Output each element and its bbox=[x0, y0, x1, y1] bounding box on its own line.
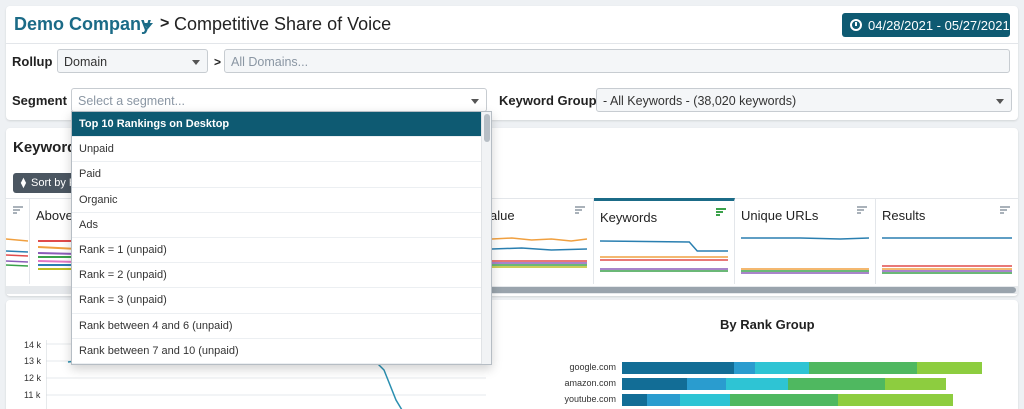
segment-option[interactable]: Rank = 1 (unpaid) bbox=[72, 238, 482, 264]
rank-bar-row bbox=[622, 394, 954, 406]
sparkline bbox=[741, 237, 869, 274]
rank-bar-segment[interactable] bbox=[733, 362, 756, 374]
scrollbar-thumb[interactable] bbox=[484, 114, 490, 142]
segment-option[interactable]: Rank = 2 (unpaid) bbox=[72, 263, 482, 289]
rank-bar-segment[interactable] bbox=[809, 362, 918, 374]
rank-bar-segment[interactable] bbox=[787, 378, 885, 390]
segment-label: Segment bbox=[12, 93, 67, 108]
segment-option[interactable]: Ads bbox=[72, 213, 482, 238]
keywords-title: Keyword bbox=[13, 139, 77, 156]
metric-tile-keywords[interactable]: Keywords bbox=[594, 198, 735, 284]
rollup-label: Rollup bbox=[12, 54, 53, 69]
company-name[interactable]: Demo Company bbox=[14, 14, 151, 35]
segment-dropdown: Top 10 Rankings on Desktop Unpaid Paid Orga… bbox=[71, 111, 492, 365]
rank-bar-row bbox=[622, 362, 982, 374]
segment-option[interactable]: Top 10 Rankings on Desktop bbox=[72, 112, 482, 138]
rank-bar-segment[interactable] bbox=[729, 394, 838, 406]
sort-lines-icon[interactable] bbox=[575, 206, 585, 216]
sort-lines-icon[interactable] bbox=[857, 206, 867, 216]
segment-placeholder: Select a segment... bbox=[78, 94, 186, 108]
caret-down-icon[interactable] bbox=[143, 23, 153, 29]
scrollbar-thumb[interactable] bbox=[486, 287, 1016, 293]
domain-filter-input[interactable]: All Domains... bbox=[224, 49, 1010, 73]
segment-option[interactable]: Organic bbox=[72, 188, 482, 213]
keyword-group-value: - All Keywords - (38,020 keywords) bbox=[603, 94, 797, 108]
chevron-down-icon bbox=[471, 99, 479, 104]
segment-option[interactable]: Rank between 4 and 6 (unpaid) bbox=[72, 314, 482, 339]
segment-option-list: Top 10 Rankings on Desktop Unpaid Paid Orga… bbox=[72, 112, 491, 364]
page-header: Demo Company > Competitive Share of Voic… bbox=[6, 6, 1018, 44]
dropdown-scrollbar[interactable] bbox=[481, 112, 491, 364]
rank-bar-segment[interactable] bbox=[837, 394, 954, 406]
sort-lines-icon[interactable] bbox=[716, 208, 726, 218]
sparkline bbox=[882, 237, 1012, 274]
segment-select[interactable]: Select a segment... bbox=[71, 88, 487, 112]
date-range-button[interactable]: 04/28/2021 - 05/27/2021 bbox=[842, 13, 1010, 37]
rank-bar-segment[interactable] bbox=[726, 378, 788, 390]
metric-tile[interactable] bbox=[6, 198, 30, 284]
metric-label: Unique URLs bbox=[741, 208, 819, 223]
y-tick-label: 14 k bbox=[24, 340, 42, 350]
y-tick-label: 11 k bbox=[24, 390, 41, 400]
filter-panel: Demo Company > Competitive Share of Voic… bbox=[6, 6, 1018, 120]
rollup-arrow-icon: > bbox=[214, 55, 222, 69]
rank-bar-row bbox=[622, 378, 946, 390]
segment-option[interactable]: Paid bbox=[72, 162, 482, 188]
date-range-text: 04/28/2021 - 05/27/2021 bbox=[868, 18, 1010, 33]
rank-domain-label: amazon.com bbox=[564, 378, 616, 388]
sort-button-label: Sort by K bbox=[31, 177, 77, 189]
domain-filter-placeholder: All Domains... bbox=[231, 55, 309, 69]
rank-bar-segment[interactable] bbox=[884, 378, 946, 390]
rollup-value: Domain bbox=[64, 55, 108, 69]
keyword-group-select[interactable]: - All Keywords - (38,020 keywords) bbox=[596, 88, 1012, 112]
metric-tile[interactable]: Results bbox=[876, 198, 1018, 284]
sparkline bbox=[6, 238, 28, 267]
metric-tile[interactable]: alue bbox=[486, 198, 594, 284]
sparkline bbox=[600, 240, 728, 272]
sort-lines-icon[interactable] bbox=[1000, 206, 1010, 216]
metric-label: Results bbox=[882, 208, 926, 223]
rank-bar-segment[interactable] bbox=[917, 362, 982, 374]
metric-label: alue bbox=[490, 208, 515, 223]
chevron-down-icon bbox=[996, 99, 1004, 104]
rank-chart-title: By Rank Group bbox=[720, 317, 815, 332]
y-tick-label: 13 k bbox=[24, 356, 42, 366]
metric-tile[interactable]: Unique URLs bbox=[735, 198, 876, 284]
chevron-down-icon bbox=[192, 60, 200, 65]
breadcrumb-separator: > bbox=[160, 15, 170, 32]
rank-domain-label: google.com bbox=[569, 362, 616, 372]
rank-bar-segment[interactable] bbox=[622, 394, 648, 406]
sort-lines-icon[interactable] bbox=[13, 206, 23, 216]
keyword-group-label: Keyword Group bbox=[499, 93, 597, 108]
segment-option[interactable]: Rank = 3 (unpaid) bbox=[72, 288, 482, 314]
rank-bar-segment[interactable] bbox=[622, 362, 734, 374]
rank-bar-segment[interactable] bbox=[622, 378, 687, 390]
clock-icon bbox=[850, 19, 862, 31]
sort-icon: ▲ ▼ bbox=[19, 175, 28, 190]
rank-domain-label: youtube.com bbox=[564, 394, 616, 404]
segment-option[interactable]: Rank between 7 and 10 (unpaid) bbox=[72, 339, 482, 364]
rank-bar-segment[interactable] bbox=[686, 378, 727, 390]
rollup-select[interactable]: Domain bbox=[57, 49, 208, 73]
rank-bar-segment[interactable] bbox=[679, 394, 730, 406]
page-title: Competitive Share of Voice bbox=[174, 14, 392, 34]
rank-bar-segment[interactable] bbox=[755, 362, 810, 374]
segment-option[interactable]: Unpaid bbox=[72, 137, 482, 163]
y-tick-label: 12 k bbox=[24, 373, 42, 383]
sparkline bbox=[492, 237, 587, 268]
rank-bar-segment[interactable] bbox=[647, 394, 680, 406]
metric-label: Keywords bbox=[600, 210, 658, 225]
